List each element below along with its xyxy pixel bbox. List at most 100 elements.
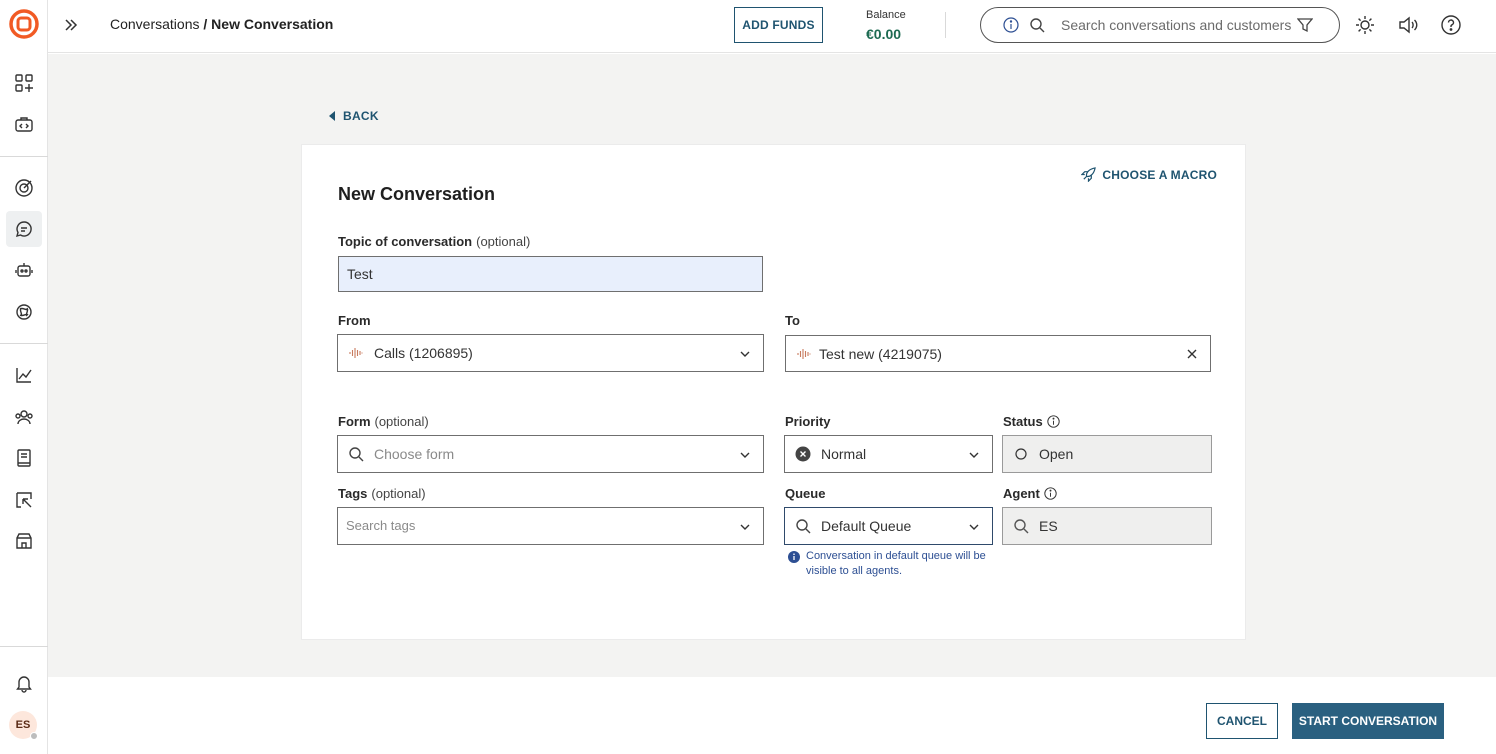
avatar-initials: ES xyxy=(15,719,31,731)
queue-value: Default Queue xyxy=(821,518,912,534)
tags-label-text: Tags xyxy=(338,486,368,501)
apps-icon[interactable] xyxy=(6,65,42,101)
chevron-down-icon xyxy=(969,452,979,458)
theme-sun-icon[interactable] xyxy=(1354,14,1376,36)
to-label: To xyxy=(785,313,800,328)
info-icon xyxy=(788,551,800,563)
info-icon[interactable] xyxy=(1047,415,1060,428)
priority-normal-icon xyxy=(795,446,811,462)
form-optional: (optional) xyxy=(374,414,429,429)
agent-field: ES xyxy=(1002,507,1212,545)
chat-icon[interactable] xyxy=(6,211,42,247)
agent-label-text: Agent xyxy=(1003,486,1040,501)
form-label: Form (optional) xyxy=(338,414,429,429)
search-icon xyxy=(1030,18,1045,33)
to-value: Test new (4219075) xyxy=(819,346,942,362)
reports-icon[interactable] xyxy=(6,482,42,518)
back-arrow-icon xyxy=(329,111,335,121)
topic-input[interactable]: Test xyxy=(338,256,763,292)
status-field: Open xyxy=(1002,435,1212,473)
analytics-icon[interactable] xyxy=(6,357,42,393)
to-label-text: To xyxy=(785,313,800,328)
expand-sidebar-icon[interactable] xyxy=(62,14,80,36)
status-open-icon xyxy=(1015,448,1027,460)
target-icon[interactable] xyxy=(6,170,42,206)
bell-icon[interactable] xyxy=(6,665,42,701)
info-icon[interactable] xyxy=(1003,17,1019,33)
queue-help-text: Conversation in default queue will be vi… xyxy=(788,549,1003,579)
chevron-down-icon xyxy=(740,351,750,357)
cancel-button[interactable]: CANCEL xyxy=(1206,703,1278,739)
bot-icon[interactable] xyxy=(6,252,42,288)
choose-macro-button[interactable]: CHOOSE A MACRO xyxy=(1081,167,1217,182)
priority-select[interactable]: Normal xyxy=(784,435,993,473)
agent-value: ES xyxy=(1039,518,1058,534)
speaker-icon[interactable] xyxy=(1397,14,1419,36)
breadcrumb-current: New Conversation xyxy=(211,16,334,32)
breadcrumb: Conversations / New Conversation xyxy=(110,16,333,32)
back-link[interactable]: BACK xyxy=(329,109,379,123)
balance-label: Balance xyxy=(866,9,906,21)
chevron-down-icon xyxy=(740,524,750,530)
priority-value: Normal xyxy=(821,446,867,462)
presence-indicator xyxy=(30,732,38,740)
page-title: New Conversation xyxy=(338,184,496,204)
queue-label-text: Queue xyxy=(785,486,826,501)
search-input[interactable]: Search conversations and customers xyxy=(980,7,1340,43)
search-icon xyxy=(796,519,811,534)
clear-icon[interactable] xyxy=(1186,348,1198,360)
form-placeholder: Choose form xyxy=(374,446,455,462)
search-icon xyxy=(349,447,364,462)
breadcrumb-parent[interactable]: Conversations xyxy=(110,16,200,32)
form-select[interactable]: Choose form xyxy=(337,435,764,473)
header-divider xyxy=(945,12,946,38)
filter-icon[interactable] xyxy=(1297,17,1313,33)
tags-select[interactable]: Search tags xyxy=(337,507,764,545)
code-icon[interactable] xyxy=(6,107,42,143)
priority-label: Priority xyxy=(785,414,831,429)
to-select[interactable]: Test new (4219075) xyxy=(785,335,1211,372)
status-label: Status xyxy=(1003,414,1060,429)
topic-optional: (optional) xyxy=(476,234,531,249)
topic-label: Topic of conversation (optional) xyxy=(338,234,530,249)
status-label-text: Status xyxy=(1003,414,1043,429)
start-conversation-button[interactable]: START CONVERSATION xyxy=(1292,703,1444,739)
call-waveform-icon xyxy=(349,348,363,358)
balance-value: €0.00 xyxy=(866,26,902,42)
chevron-down-icon xyxy=(969,524,979,530)
choose-macro-label: CHOOSE A MACRO xyxy=(1102,167,1217,182)
topic-value: Test xyxy=(347,266,373,282)
queue-select[interactable]: Default Queue xyxy=(784,507,993,545)
queue-help-label: Conversation in default queue will be vi… xyxy=(806,550,986,577)
back-label: BACK xyxy=(343,109,379,123)
search-icon xyxy=(1014,519,1029,534)
customers-icon[interactable] xyxy=(6,399,42,435)
ai-icon[interactable] xyxy=(6,294,42,330)
search-placeholder: Search conversations and customers xyxy=(1061,17,1292,33)
add-funds-button[interactable]: ADD FUNDS xyxy=(734,7,823,43)
brand-logo[interactable] xyxy=(9,9,39,39)
from-label: From xyxy=(338,313,371,328)
status-value: Open xyxy=(1039,446,1074,462)
help-icon[interactable] xyxy=(1440,14,1462,36)
chevron-down-icon xyxy=(740,452,750,458)
main-content: BACK CHOOSE A MACRO New Conversation Top… xyxy=(48,54,1496,677)
from-select[interactable]: Calls (1206895) xyxy=(337,334,764,372)
store-icon[interactable] xyxy=(6,523,42,559)
top-header: Conversations / New Conversation ADD FUN… xyxy=(48,0,1496,53)
tags-optional: (optional) xyxy=(371,486,426,501)
new-conversation-card: CHOOSE A MACRO New Conversation Topic of… xyxy=(301,144,1246,640)
tags-placeholder: Search tags xyxy=(346,518,416,533)
from-value: Calls (1206895) xyxy=(374,345,473,361)
topic-label-text: Topic of conversation xyxy=(338,234,473,249)
queue-label: Queue xyxy=(785,486,825,501)
agent-label: Agent xyxy=(1003,486,1057,501)
rocket-icon xyxy=(1081,167,1097,182)
info-icon[interactable] xyxy=(1044,487,1057,500)
form-label-text: Form xyxy=(338,414,371,429)
call-waveform-icon xyxy=(797,349,811,359)
priority-label-text: Priority xyxy=(785,414,831,429)
knowledge-icon[interactable] xyxy=(6,440,42,476)
breadcrumb-separator: / xyxy=(199,16,212,32)
from-label-text: From xyxy=(338,313,371,328)
